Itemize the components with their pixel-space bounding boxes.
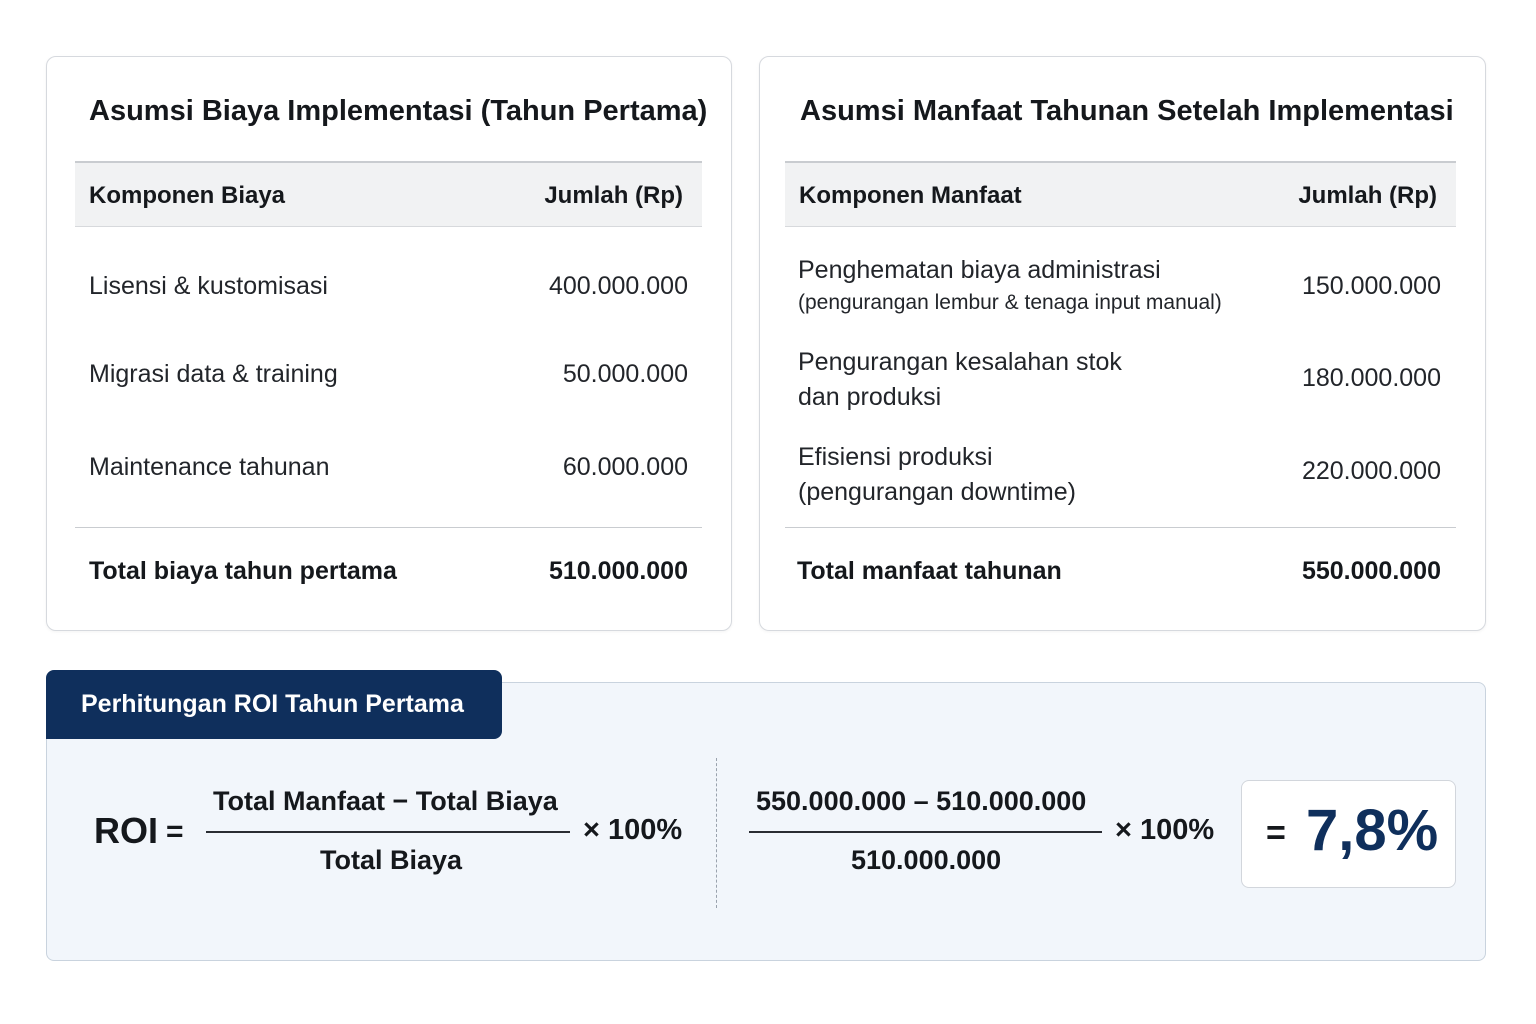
total-value: 550.000.000 xyxy=(1301,557,1441,585)
row-label: Maintenance tahunan xyxy=(89,453,330,481)
cost-assumptions-card: Asumsi Biaya Implementasi (Tahun Pertama… xyxy=(46,56,732,631)
row-label-main: Efisiensi produksi xyxy=(798,443,993,471)
total-value: 510.000.000 xyxy=(548,557,688,585)
fraction-line xyxy=(206,831,570,833)
row-label: Penghematan biaya administrasi (penguran… xyxy=(798,256,1222,315)
cost-header-component: Komponen Biaya xyxy=(89,182,286,209)
row-label: Efisiensi produksi (pengurangan downtime… xyxy=(798,443,1076,507)
row-value: 400.000.000 xyxy=(548,272,688,300)
row-value: 150.000.000 xyxy=(1301,272,1441,300)
roi-result-value: 7,8% xyxy=(1306,798,1439,863)
row-label: Migrasi data & training xyxy=(89,360,338,388)
row-value: 50.000.000 xyxy=(562,360,688,388)
calc-numerator: 550.000.000 – 510.000.000 xyxy=(756,786,1087,816)
cost-card-title: Asumsi Biaya Implementasi (Tahun Pertama… xyxy=(89,95,708,127)
row-label-sub: (pengurangan lembur & tenaga input manua… xyxy=(798,291,1222,314)
row-value: 180.000.000 xyxy=(1301,364,1441,392)
cost-header-amount: Jumlah (Rp) xyxy=(544,182,683,209)
benefit-header-amount: Jumlah (Rp) xyxy=(1298,182,1437,209)
row-value: 220.000.000 xyxy=(1301,457,1441,485)
total-label: Total biaya tahun pertama xyxy=(89,557,397,585)
row-label-main: Pengurangan kesalahan stok xyxy=(798,348,1122,376)
row-label: Lisensi & kustomisasi xyxy=(89,272,328,300)
row-value: 60.000.000 xyxy=(562,453,688,481)
total-divider xyxy=(75,527,702,528)
roi-result-box: = 7,8% xyxy=(1241,780,1456,888)
row-label-line2: (pengurangan downtime) xyxy=(798,478,1076,506)
formula-numerator: Total Manfaat − Total Biaya xyxy=(213,786,558,816)
equals-sign: = xyxy=(166,815,184,848)
calc-denominator: 510.000.000 xyxy=(851,845,1002,875)
total-label: Total manfaat tahunan xyxy=(797,557,1062,585)
formula-denominator: Total Biaya xyxy=(320,845,463,875)
roi-label: ROI xyxy=(94,810,159,851)
fraction-line xyxy=(749,831,1102,833)
total-divider xyxy=(785,527,1456,528)
benefit-assumptions-card: Asumsi Manfaat Tahunan Setelah Implement… xyxy=(759,56,1486,631)
benefit-card-title: Asumsi Manfaat Tahunan Setelah Implement… xyxy=(800,95,1454,127)
row-label-main: Penghematan biaya administrasi xyxy=(798,256,1161,284)
cost-table-header: Komponen Biaya Jumlah (Rp) xyxy=(75,161,702,227)
row-label-line2: dan produksi xyxy=(798,383,942,411)
benefit-header-component: Komponen Manfaat xyxy=(799,182,1022,209)
row-label: Pengurangan kesalahan stok dan produksi xyxy=(798,348,1122,412)
result-equals-sign: = xyxy=(1266,814,1286,852)
times-100-percent: × 100% xyxy=(1115,814,1215,846)
dashed-separator xyxy=(716,758,717,908)
benefit-table-header: Komponen Manfaat Jumlah (Rp) xyxy=(785,161,1456,227)
times-100-percent: × 100% xyxy=(583,814,683,846)
roi-section-title: Perhitungan ROI Tahun Pertama xyxy=(46,670,502,739)
